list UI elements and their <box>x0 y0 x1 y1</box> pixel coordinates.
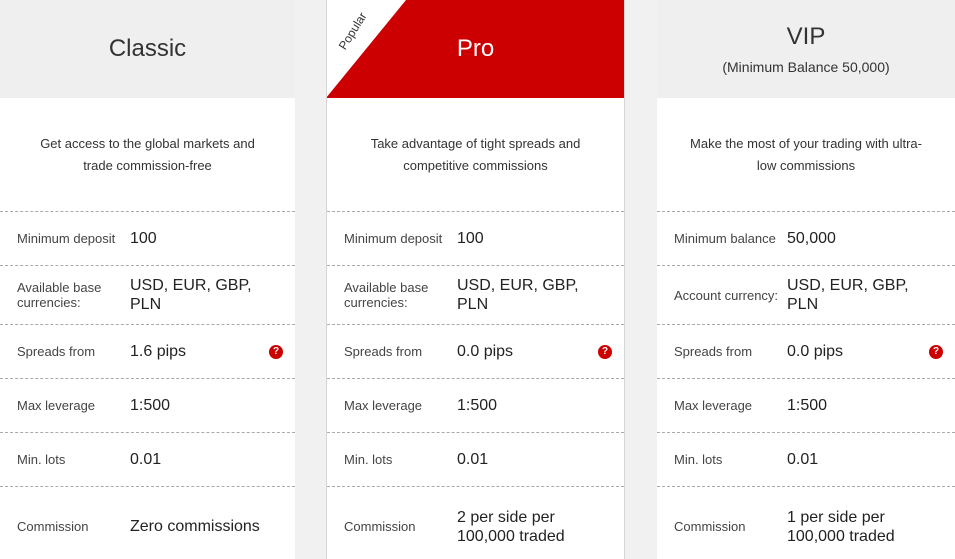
row-label: Max leverage <box>17 398 96 413</box>
row-value: 100 <box>457 230 484 247</box>
row-value: 1:500 <box>130 397 171 414</box>
row-label: Commission <box>674 519 746 534</box>
row-label: Commission <box>344 519 416 534</box>
row-label: Available base currencies: <box>17 280 102 310</box>
row-label: Min. lots <box>674 452 723 467</box>
popular-ribbon: Popular <box>327 0 406 100</box>
row-commission: Commission 1 per side per 100,000 traded <box>657 487 955 559</box>
plan-header: Classic <box>0 0 295 98</box>
row-value: 1:500 <box>457 397 498 414</box>
plan-name: Pro <box>456 35 495 62</box>
row-label: Spreads from <box>674 344 753 359</box>
row-spreads: Spreads from 1.6 pips ? <box>0 325 295 379</box>
row-base-currencies: Available base currencies: USD, EUR, GBP… <box>0 266 295 325</box>
row-value: 0.01 <box>787 451 819 468</box>
row-spreads: Spreads from 0.0 pips ? <box>657 325 955 379</box>
plan-card-classic: Classic Get access to the global markets… <box>0 0 295 559</box>
row-spreads: Spreads from 0.0 pips ? <box>327 325 624 379</box>
row-value: 0.01 <box>130 451 162 468</box>
row-value: 1 per side per 100,000 traded <box>787 508 895 545</box>
row-label: Max leverage <box>674 398 753 413</box>
row-label: Spreads from <box>344 344 423 359</box>
plan-description: Make the most of your trading with ultra… <box>657 98 955 212</box>
row-value: USD, EUR, GBP, PLN <box>130 277 252 313</box>
row-max-leverage: Max leverage 1:500 <box>0 379 295 433</box>
row-value: 100 <box>130 230 157 247</box>
row-min-lots: Min. lots 0.01 <box>0 433 295 487</box>
row-max-leverage: Max leverage 1:500 <box>657 379 955 433</box>
row-label: Max leverage <box>344 398 423 413</box>
row-min-lots: Min. lots 0.01 <box>327 433 624 487</box>
help-icon[interactable]: ? <box>269 344 283 359</box>
row-label: Minimum deposit <box>344 231 443 246</box>
row-label: Account currency: <box>674 287 779 303</box>
row-label: Min. lots <box>344 452 393 467</box>
plan-description: Take advantage of tight spreads and comp… <box>327 98 624 212</box>
row-label: Minimum deposit <box>17 231 116 246</box>
row-label: Commission <box>17 519 89 534</box>
help-icon[interactable]: ? <box>929 344 943 359</box>
row-value: USD, EUR, GBP, PLN <box>787 277 909 313</box>
plan-card-pro: Popular Pro Take advantage of tight spre… <box>326 0 625 559</box>
row-minimum-deposit: Minimum deposit 100 <box>327 212 624 266</box>
row-value: USD, EUR, GBP, PLN <box>457 277 579 313</box>
help-icon[interactable]: ? <box>598 344 612 359</box>
row-commission: Commission 2 per side per 100,000 traded <box>327 487 624 559</box>
plan-name: VIP <box>786 23 826 50</box>
plan-subtitle: (Minimum Balance 50,000) <box>722 59 890 75</box>
row-label: Available base currencies: <box>344 280 429 310</box>
row-account-currency: Account currency: USD, EUR, GBP, PLN <box>657 266 955 325</box>
row-label: Minimum balance <box>674 231 776 246</box>
plan-name: Classic <box>108 35 187 62</box>
row-value: 2 per side per 100,000 traded <box>457 508 565 545</box>
plan-header: VIP (Minimum Balance 50,000) <box>657 0 955 98</box>
row-label: Min. lots <box>17 452 66 467</box>
row-commission: Commission Zero commissions <box>0 487 295 559</box>
row-label: Spreads from <box>17 344 96 359</box>
row-value: 1:500 <box>787 397 828 414</box>
plan-card-vip: VIP (Minimum Balance 50,000) Make the mo… <box>657 0 955 559</box>
row-value: 50,000 <box>787 230 836 247</box>
row-min-lots: Min. lots 0.01 <box>657 433 955 487</box>
row-value: 0.01 <box>457 451 489 468</box>
row-base-currencies: Available base currencies: USD, EUR, GBP… <box>327 266 624 325</box>
plan-description: Get access to the global markets and tra… <box>0 98 295 212</box>
row-max-leverage: Max leverage 1:500 <box>327 379 624 433</box>
row-minimum-balance: Minimum balance 50,000 <box>657 212 955 266</box>
row-minimum-deposit: Minimum deposit 100 <box>0 212 295 266</box>
row-value: Zero commissions <box>130 518 260 535</box>
